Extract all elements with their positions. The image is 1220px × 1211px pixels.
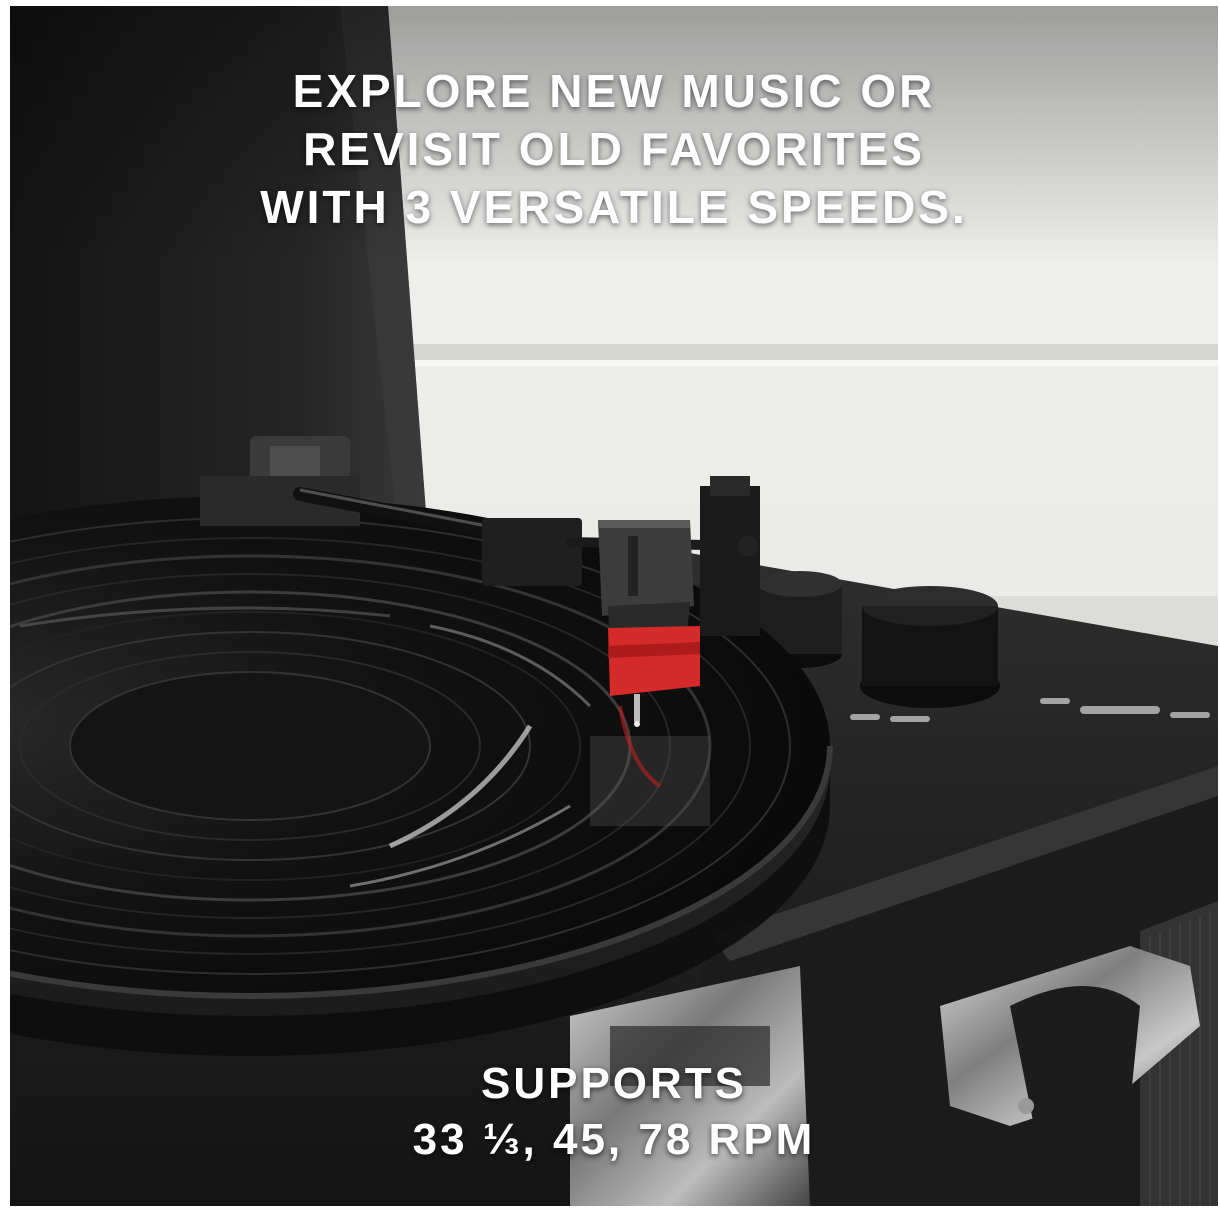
wall-stripe	[390, 344, 1218, 360]
caption-line-2: 33 ⅓, 45, 78 RPM	[412, 1115, 816, 1164]
cartridge-red-body	[608, 626, 700, 696]
product-image: EXPLORE NEW MUSIC OR REVISIT OLD FAVORIT…	[10, 6, 1218, 1206]
headline-line-2: REVISIT OLD FAVORITES	[303, 123, 925, 175]
headline-line-1: EXPLORE NEW MUSIC OR	[292, 65, 936, 117]
headline: EXPLORE NEW MUSIC OR REVISIT OLD FAVORIT…	[10, 62, 1218, 236]
volume-knob	[860, 586, 1000, 708]
caption-line-1: SUPPORTS	[480, 1059, 748, 1108]
speed-caption: SUPPORTS 33 ⅓, 45, 78 RPM	[10, 1056, 1218, 1168]
tonearm-rest	[700, 476, 760, 636]
headline-line-3: WITH 3 VERSATILE SPEEDS.	[260, 181, 968, 233]
